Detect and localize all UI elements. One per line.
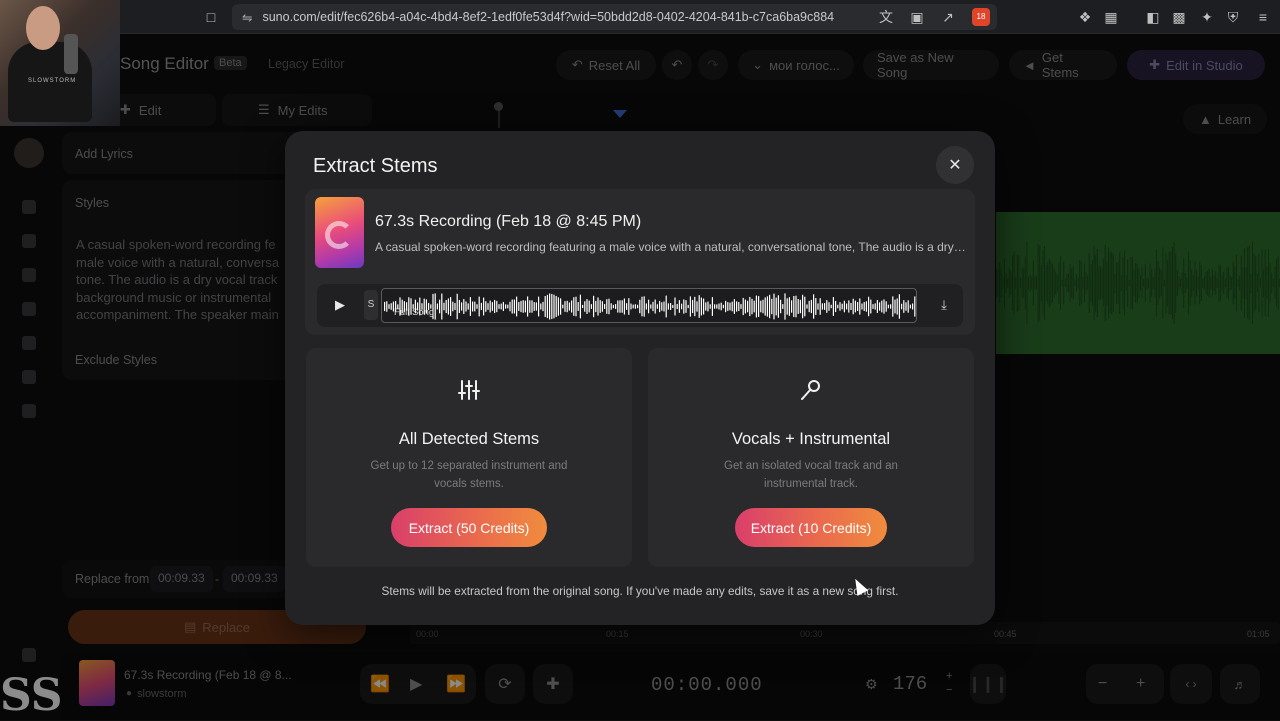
waveform (384, 293, 916, 320)
waveform-scrubber[interactable]: Full Song (381, 288, 917, 323)
song-title: 67.3s Recording (Feb 18 @ 8:45 PM) (375, 213, 642, 230)
extensions-icon[interactable]: ❖ (1076, 8, 1094, 26)
close-button[interactable]: ✕ (936, 146, 974, 184)
bookmark-icon[interactable]: □ (202, 8, 220, 26)
leo-ai-icon[interactable]: ✦ (1198, 8, 1216, 26)
cast-icon[interactable]: ▣ (908, 8, 926, 26)
webcam-microphone (64, 34, 78, 74)
share-icon[interactable]: ↗ (939, 8, 957, 26)
sidebar-icon[interactable]: ◧ (1144, 8, 1162, 26)
vpn-icon[interactable]: ⛨ (1224, 8, 1242, 26)
extract-all-stems-button[interactable]: Extract (50 Credits) (391, 508, 547, 547)
webcam-overlay: SLOWSTORM (0, 0, 120, 126)
download-icon[interactable]: ⤓ (935, 296, 953, 314)
waveform-label: Full Song (394, 307, 435, 318)
option-title: All Detected Stems (398, 430, 540, 448)
option-all-stems[interactable]: All Detected Stems Get up to 12 separate… (306, 348, 632, 567)
extract-vocals-button[interactable]: Extract (10 Credits) (735, 508, 887, 547)
option-description: Get an isolated vocal track and an instr… (724, 460, 898, 490)
close-icon: ✕ (948, 157, 962, 174)
site-settings-icon[interactable]: ⇋ (242, 10, 252, 25)
brave-shield-icon[interactable]: 18 (972, 8, 990, 26)
play-icon[interactable]: ▶ (331, 296, 349, 314)
option-description: Get up to 12 separated instrument and vo… (370, 460, 568, 490)
sliders-icon (306, 378, 632, 402)
song-player: ▶ S Full Song ⤓ (317, 284, 963, 327)
webcam-shirt-text: SLOWSTORM (28, 78, 77, 84)
url-text: suno.com/edit/fec626b4-a04c-4bd4-8ef2-1e… (262, 10, 835, 24)
song-cover-art (315, 197, 364, 268)
translate-icon[interactable]: 文 (877, 8, 895, 26)
webcam-person-head (26, 6, 60, 50)
song-description: A casual spoken-word recording featuring… (375, 240, 967, 254)
browser-toolbar: □ ⇋ suno.com/edit/fec626b4-a04c-4bd4-8ef… (0, 0, 1280, 34)
song-card: 67.3s Recording (Feb 18 @ 8:45 PM) A cas… (305, 189, 975, 335)
modal-title: Extract Stems (313, 155, 438, 177)
extract-stems-modal: Extract Stems ✕ 67.3s Recording (Feb 18 … (285, 131, 995, 625)
microphone-icon (648, 378, 974, 402)
solo-button[interactable]: S (364, 290, 378, 320)
option-vocals-instrumental[interactable]: Vocals + Instrumental Get an isolated vo… (648, 348, 974, 567)
wallet-icon[interactable]: ▩ (1170, 8, 1188, 26)
option-title: Vocals + Instrumental (731, 430, 891, 448)
footnote: Stems will be extracted from the origina… (381, 584, 899, 598)
screenshot-icon[interactable]: ▦ (1102, 8, 1120, 26)
menu-icon[interactable]: ≡ (1254, 8, 1272, 26)
